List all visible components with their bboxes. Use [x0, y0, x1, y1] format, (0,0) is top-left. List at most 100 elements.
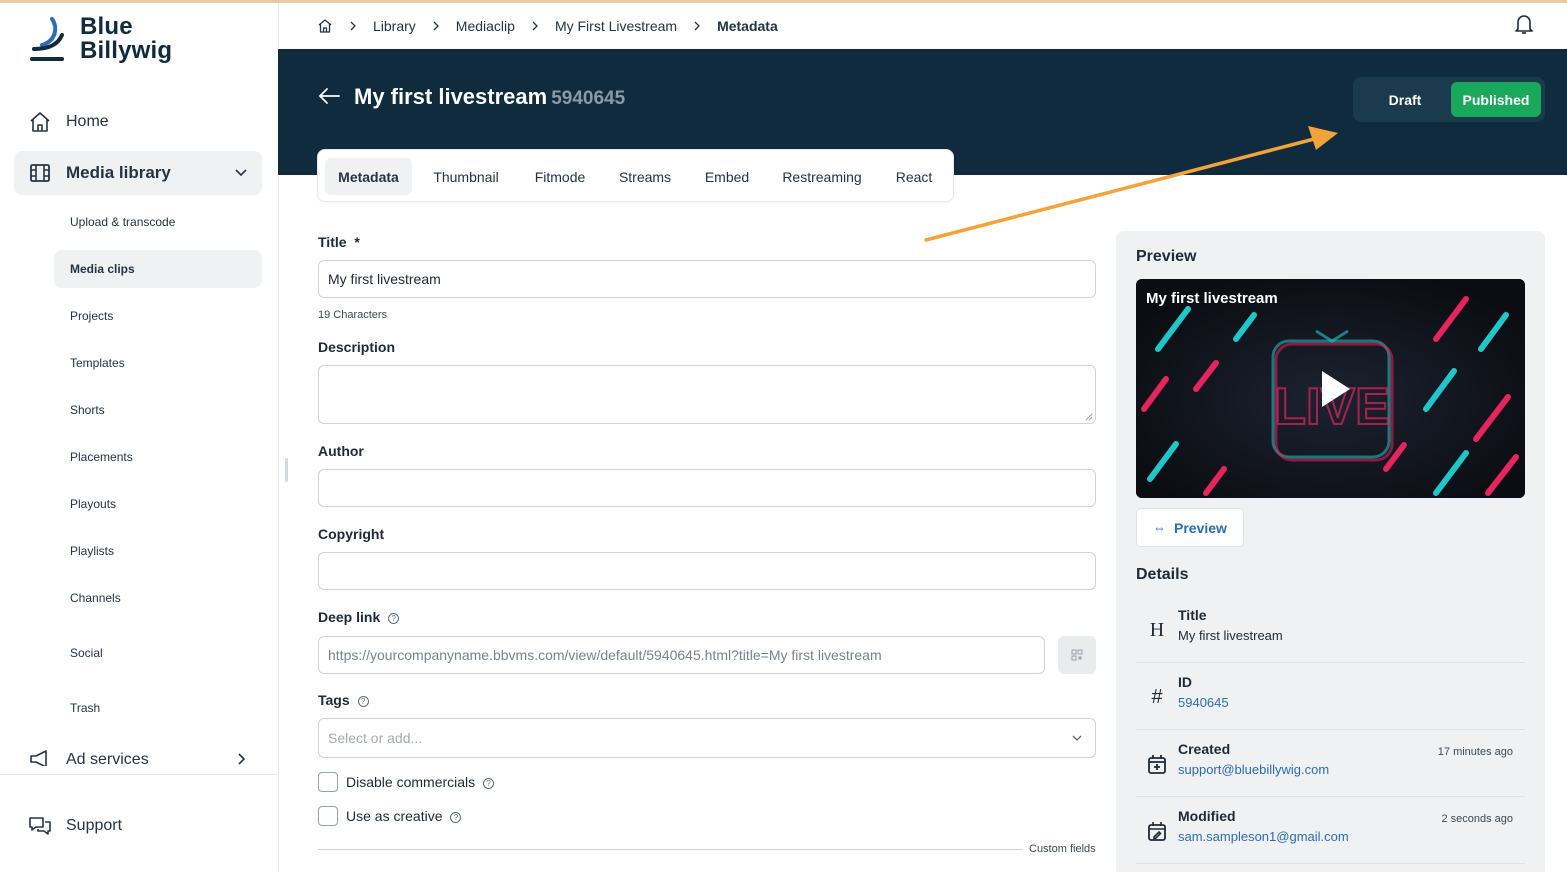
use-as-creative-text: Use as creative: [346, 808, 443, 824]
detail-row-modified: Modified sam.sampleson1@gmail.com 2 seco…: [1136, 798, 1525, 864]
brand-logo-mark: [30, 17, 64, 61]
qr-code-button[interactable]: [1058, 636, 1096, 674]
brand-logo[interactable]: Blue Billywig: [28, 15, 172, 63]
title-label: Title *: [318, 234, 360, 250]
use-as-creative-label: Use as creative?: [346, 808, 462, 824]
sidebar-item-label: Templates: [70, 356, 125, 370]
sidebar-item-shorts[interactable]: Shorts: [54, 391, 262, 429]
sidebar-item-templates[interactable]: Templates: [54, 344, 262, 382]
custom-fields-divider: [318, 849, 1023, 850]
sidebar-item-media-library[interactable]: Media library: [14, 151, 262, 195]
deeplink-input[interactable]: https://yourcompanyname.bbvms.com/view/d…: [318, 636, 1045, 674]
deeplink-label-text: Deep link: [318, 609, 381, 625]
sidebar-item-label: Placements: [70, 450, 133, 464]
tab-react[interactable]: React: [882, 158, 946, 195]
details-heading: Details: [1136, 566, 1189, 583]
custom-fields-label: Custom fields: [1029, 843, 1096, 855]
preview-button[interactable]: ⇔ Preview: [1136, 508, 1244, 547]
sidebar-resize-handle[interactable]: [285, 458, 288, 482]
copyright-input[interactable]: [318, 552, 1096, 590]
page-title-id: 5940645: [551, 88, 626, 109]
sidebar-item-label: Support: [66, 817, 123, 834]
sidebar-item-trash[interactable]: Trash: [54, 689, 262, 727]
title-character-count: 19 Characters: [318, 309, 388, 321]
detail-value[interactable]: sam.sampleson1@gmail.com: [1178, 829, 1349, 844]
help-icon[interactable]: ?: [388, 613, 400, 624]
status-toggle: Draft Published: [1353, 77, 1545, 122]
sidebar-item-label: Home: [66, 113, 109, 130]
breadcrumb: Library Mediaclip My First Livestream Me…: [317, 15, 778, 37]
brand-line-2: Billywig: [80, 37, 173, 64]
use-as-creative-checkbox[interactable]: [318, 806, 338, 826]
sidebar-item-playlists[interactable]: Playlists: [54, 532, 262, 570]
sidebar-item-home[interactable]: Home: [14, 100, 262, 144]
help-icon[interactable]: ?: [450, 812, 462, 823]
sidebar-item-label: Upload & transcode: [70, 215, 176, 229]
description-textarea[interactable]: [318, 365, 1096, 424]
sidebar-item-playouts[interactable]: Playouts: [54, 485, 262, 523]
description-label: Description: [318, 339, 396, 355]
breadcrumb-clip[interactable]: My First Livestream: [555, 18, 677, 34]
detail-value[interactable]: 5940645: [1178, 695, 1229, 710]
breadcrumb-current: Metadata: [717, 18, 778, 34]
sidebar-item-channels[interactable]: Channels: [54, 579, 262, 617]
tab-fitmode[interactable]: Fitmode: [520, 158, 600, 195]
sidebar-item-ad-services[interactable]: Ad services: [14, 736, 262, 766]
detail-key: Title: [1178, 607, 1207, 623]
detail-key: Created: [1178, 741, 1231, 757]
tab-metadata[interactable]: Metadata: [325, 158, 412, 195]
tab-restreaming[interactable]: Restreaming: [772, 158, 872, 195]
bell-icon[interactable]: [1514, 13, 1534, 35]
sidebar-item-label: Playlists: [70, 544, 115, 558]
title-input[interactable]: My first livestream: [318, 260, 1096, 298]
copyright-label: Copyright: [318, 526, 385, 542]
chevron-right-icon: [350, 21, 356, 31]
sidebar-item-upload-transcode[interactable]: Upload & transcode: [54, 203, 262, 241]
calendar-plus-icon: [1148, 755, 1166, 774]
expand-arrows-icon: ⇔: [1153, 520, 1166, 535]
sidebar-item-social[interactable]: Social: [54, 634, 262, 672]
chevron-right-icon: [694, 21, 700, 31]
video-player[interactable]: LIVE My first livestream: [1136, 279, 1525, 498]
sidebar-item-label: Playouts: [70, 497, 117, 511]
help-icon[interactable]: ?: [357, 696, 369, 707]
video-thumbnail: LIVE: [1136, 279, 1525, 498]
home-icon: [30, 112, 50, 132]
detail-value: My first livestream: [1178, 628, 1283, 643]
sidebar-item-projects[interactable]: Projects: [54, 297, 262, 335]
disable-commercials-checkbox[interactable]: [318, 772, 338, 792]
heading-icon: H: [1149, 619, 1165, 641]
home-icon[interactable]: [317, 18, 333, 34]
tags-select[interactable]: Select or add...: [318, 718, 1096, 758]
detail-value[interactable]: support@bluebillywig.com: [1178, 762, 1329, 777]
chevron-right-icon: [433, 21, 439, 31]
video-title: My first livestream: [1146, 290, 1278, 307]
help-icon[interactable]: ?: [483, 778, 495, 789]
back-arrow-icon[interactable]: [317, 86, 341, 106]
tab-embed[interactable]: Embed: [692, 158, 762, 195]
preview-heading: Preview: [1136, 248, 1197, 265]
sidebar-item-support[interactable]: Support: [14, 804, 262, 848]
sidebar-item-placements[interactable]: Placements: [54, 438, 262, 476]
sidebar-item-media-clips[interactable]: Media clips: [54, 250, 262, 288]
breadcrumb-mediaclip[interactable]: Mediaclip: [456, 18, 515, 34]
author-input[interactable]: [318, 469, 1096, 507]
disable-commercials-label: Disable commercials?: [346, 774, 495, 790]
chevron-down-icon: [1072, 735, 1082, 741]
hash-icon: #: [1151, 686, 1163, 708]
tab-bar: Metadata Thumbnail Fitmode Streams Embed…: [317, 149, 954, 202]
breadcrumb-library[interactable]: Library: [373, 18, 416, 34]
disable-commercials-text: Disable commercials: [346, 774, 476, 790]
tab-thumbnail[interactable]: Thumbnail: [422, 158, 510, 195]
detail-row-title: H Title My first livestream: [1136, 597, 1525, 663]
deeplink-label: Deep link?: [318, 609, 400, 625]
tags-placeholder: Select or add...: [328, 730, 423, 746]
tab-streams[interactable]: Streams: [608, 158, 682, 195]
status-published-button[interactable]: Published: [1451, 82, 1541, 117]
status-draft-button[interactable]: Draft: [1361, 82, 1449, 117]
resize-grip-icon[interactable]: [1085, 413, 1093, 421]
megaphone-icon: [30, 750, 47, 766]
title-label-text: Title: [318, 234, 347, 250]
sidebar-item-label: Ad services: [66, 751, 149, 766]
author-label: Author: [318, 443, 364, 459]
